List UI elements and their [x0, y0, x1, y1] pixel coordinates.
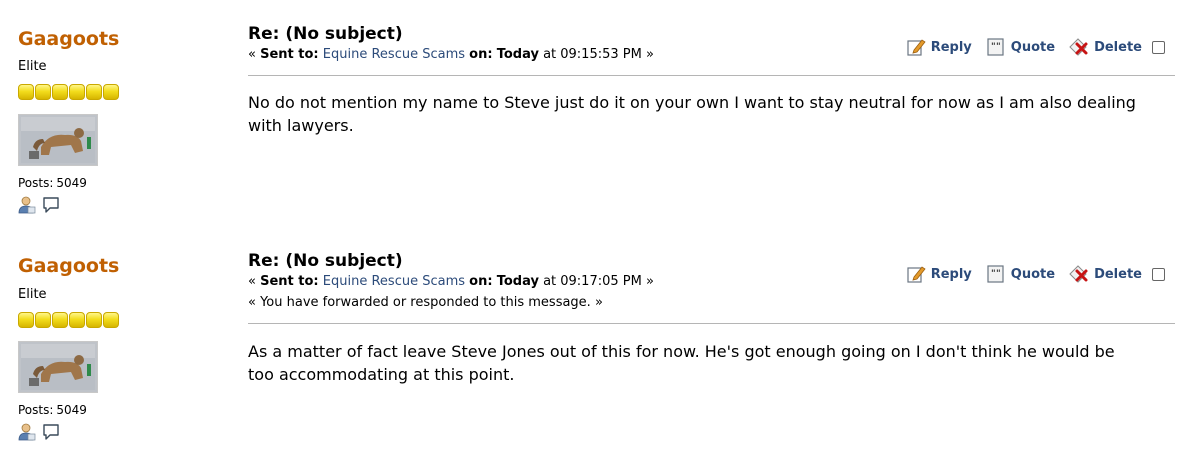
avatar-image	[21, 344, 95, 390]
message-meta: « Sent to: Equine Rescue Scams on: Today…	[248, 47, 654, 62]
avatar-image	[21, 117, 95, 163]
profile-icon[interactable]	[18, 196, 36, 214]
star-icon	[69, 84, 85, 100]
message-actions: Reply " " Quote Delete	[892, 264, 1165, 284]
profile-icon[interactable]	[18, 423, 36, 441]
message-body: No do not mention my name to Steve just …	[248, 93, 1136, 135]
reply-button[interactable]: Reply	[906, 264, 972, 284]
meta-prefix: «	[248, 274, 256, 289]
star-icon	[35, 312, 51, 328]
message-subject: Re: (No subject)	[248, 24, 403, 44]
reply-label: Reply	[930, 39, 972, 55]
message-meta: « Sent to: Equine Rescue Scams on: Today…	[248, 274, 654, 289]
recipient-link[interactable]: Equine Rescue Scams	[323, 47, 465, 62]
rank-stars	[18, 312, 119, 330]
avatar[interactable]	[18, 114, 98, 166]
star-icon	[103, 312, 119, 328]
message-icon[interactable]	[42, 423, 60, 441]
svg-text:": "	[996, 269, 1001, 279]
reply-icon	[907, 39, 926, 56]
quote-label: Quote	[1010, 39, 1056, 55]
reply-icon	[907, 266, 926, 283]
divider	[248, 75, 1175, 76]
star-icon	[69, 312, 85, 328]
message-subject: Re: (No subject)	[248, 251, 403, 271]
star-icon	[86, 84, 102, 100]
posts-count: 5049	[56, 176, 87, 190]
delete-label: Delete	[1094, 39, 1142, 55]
select-checkbox[interactable]	[1152, 267, 1165, 281]
posts-label: Posts:	[18, 403, 54, 417]
sent-to-label: Sent to:	[260, 47, 319, 62]
on-label: on:	[469, 274, 493, 289]
day-label: Today	[496, 47, 539, 62]
svg-text:": "	[991, 42, 996, 52]
star-icon	[86, 312, 102, 328]
quote-icon: " "	[987, 38, 1004, 56]
forwarded-notice: « You have forwarded or responded to thi…	[248, 295, 603, 310]
poster-icons	[18, 196, 60, 214]
recipient-link[interactable]: Equine Rescue Scams	[323, 274, 465, 289]
star-icon	[52, 84, 68, 100]
quote-button[interactable]: " " Quote	[986, 264, 1055, 284]
message-icon[interactable]	[42, 196, 60, 214]
delete-label: Delete	[1094, 266, 1142, 282]
time-text: at 09:15:53 PM	[543, 47, 642, 62]
day-label: Today	[496, 274, 539, 289]
poster-group: Elite	[18, 59, 47, 74]
delete-icon	[1069, 265, 1088, 283]
message-1: Gaagoots Elite Posts: 5049 Re: (No subje…	[0, 0, 1200, 227]
on-label: on:	[469, 47, 493, 62]
sent-to-label: Sent to:	[260, 274, 319, 289]
delete-button[interactable]: Delete	[1069, 264, 1142, 284]
message-body: As a matter of fact leave Steve Jones ou…	[248, 342, 1115, 384]
poster-group: Elite	[18, 287, 47, 302]
meta-suffix: »	[645, 274, 654, 289]
divider	[248, 323, 1175, 324]
poster-name[interactable]: Gaagoots	[18, 28, 119, 50]
svg-text:": "	[991, 269, 996, 279]
avatar[interactable]	[18, 341, 98, 393]
post-count: Posts: 5049	[18, 176, 87, 190]
meta-prefix: «	[248, 47, 256, 62]
star-icon	[18, 312, 34, 328]
star-icon	[103, 84, 119, 100]
meta-suffix: »	[645, 47, 654, 62]
time-text: at 09:17:05 PM	[543, 274, 642, 289]
quote-button[interactable]: " " Quote	[986, 37, 1055, 57]
star-icon	[52, 312, 68, 328]
svg-text:": "	[996, 42, 1001, 52]
delete-button[interactable]: Delete	[1069, 37, 1142, 57]
rank-stars	[18, 84, 119, 102]
select-checkbox[interactable]	[1152, 40, 1165, 54]
poster-icons	[18, 423, 60, 441]
star-icon	[35, 84, 51, 100]
post-count: Posts: 5049	[18, 403, 87, 417]
posts-count: 5049	[56, 403, 87, 417]
reply-button[interactable]: Reply	[906, 37, 972, 57]
delete-icon	[1069, 38, 1088, 56]
posts-label: Posts:	[18, 176, 54, 190]
poster-name[interactable]: Gaagoots	[18, 255, 119, 277]
message-2: Gaagoots Elite Posts: 5049 Re: (No subje…	[0, 227, 1200, 454]
reply-label: Reply	[930, 266, 972, 282]
quote-label: Quote	[1010, 266, 1056, 282]
message-actions: Reply " " Quote Delete	[892, 37, 1165, 57]
quote-icon: " "	[987, 265, 1004, 283]
star-icon	[18, 84, 34, 100]
